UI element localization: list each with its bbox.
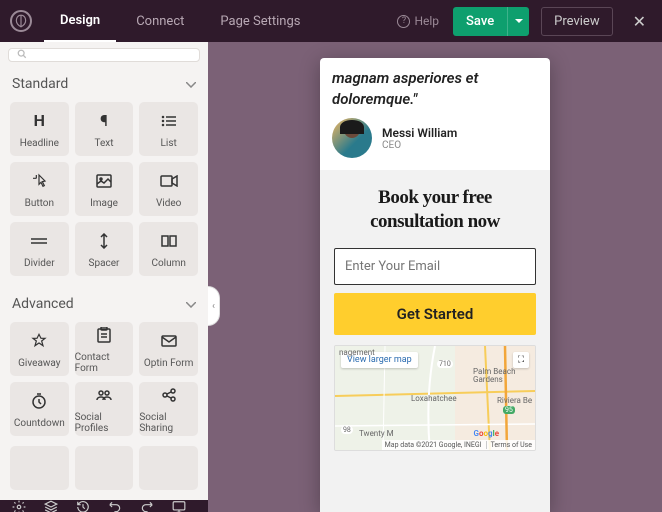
author-name: Messi William bbox=[382, 126, 457, 140]
social-sharing-icon bbox=[158, 384, 180, 406]
undo-icon[interactable] bbox=[108, 500, 122, 512]
countdown-icon bbox=[28, 390, 50, 412]
email-field[interactable] bbox=[334, 248, 536, 285]
avatar bbox=[332, 118, 372, 158]
block-video[interactable]: Video bbox=[139, 162, 198, 216]
block-placeholder[interactable] bbox=[139, 446, 198, 490]
section-title: Standard bbox=[12, 76, 68, 92]
help-label: Help bbox=[414, 14, 439, 28]
cta-heading: Book your free consultation now bbox=[334, 186, 536, 234]
block-contact-form[interactable]: Contact Form bbox=[75, 322, 134, 376]
divider-icon bbox=[28, 230, 50, 252]
advanced-blocks-continued bbox=[0, 446, 208, 500]
desktop-icon[interactable] bbox=[172, 500, 186, 512]
list-icon bbox=[158, 110, 180, 132]
block-social-profiles[interactable]: Social Profiles bbox=[75, 382, 134, 436]
bottom-toolbar bbox=[0, 500, 208, 512]
testimonial-author: Messi William CEO bbox=[332, 118, 538, 158]
advanced-blocks: Giveaway Contact Form Optin Form Countdo… bbox=[0, 322, 208, 446]
block-list[interactable]: List bbox=[139, 102, 198, 156]
canvas: magnam asperiores et doloremque." Messi … bbox=[208, 42, 662, 512]
tab-page-settings[interactable]: Page Settings bbox=[204, 0, 316, 42]
map-attribution: Map data ©2021 Google, INEGI Terms of Us… bbox=[382, 440, 535, 450]
block-placeholder[interactable] bbox=[10, 446, 69, 490]
mobile-preview[interactable]: magnam asperiores et doloremque." Messi … bbox=[320, 58, 550, 512]
text-icon: ¶ bbox=[93, 110, 115, 132]
video-icon bbox=[158, 170, 180, 192]
close-icon[interactable]: ✕ bbox=[627, 8, 652, 35]
spacer-icon bbox=[93, 230, 115, 252]
standard-blocks: HHeadline ¶Text List Button Image Video … bbox=[0, 102, 208, 286]
redo-icon[interactable] bbox=[140, 500, 154, 512]
button-icon bbox=[28, 170, 50, 192]
block-spacer[interactable]: Spacer bbox=[75, 222, 134, 276]
image-icon bbox=[93, 170, 115, 192]
get-started-button[interactable]: Get Started bbox=[334, 293, 536, 335]
topbar: Design Connect Page Settings ? Help Save… bbox=[0, 0, 662, 42]
layers-icon[interactable] bbox=[44, 500, 58, 512]
tab-connect[interactable]: Connect bbox=[120, 0, 200, 42]
block-image[interactable]: Image bbox=[75, 162, 134, 216]
help-link[interactable]: ? Help bbox=[397, 14, 439, 28]
social-profiles-icon bbox=[93, 384, 115, 406]
settings-icon[interactable] bbox=[12, 500, 26, 512]
expand-icon[interactable]: ⛶ bbox=[513, 352, 529, 368]
save-dropdown[interactable] bbox=[507, 7, 529, 36]
help-icon: ? bbox=[397, 15, 410, 28]
save-button[interactable]: Save bbox=[453, 7, 507, 36]
testimonial-quote: magnam asperiores et doloremque." bbox=[332, 68, 538, 110]
column-icon bbox=[158, 230, 180, 252]
giveaway-icon bbox=[28, 330, 50, 352]
optin-form-icon bbox=[158, 330, 180, 352]
block-text[interactable]: ¶Text bbox=[75, 102, 134, 156]
block-optin-form[interactable]: Optin Form bbox=[139, 322, 198, 376]
section-advanced[interactable]: Advanced bbox=[0, 286, 208, 322]
block-giveaway[interactable]: Giveaway bbox=[10, 322, 69, 376]
block-headline[interactable]: HHeadline bbox=[10, 102, 69, 156]
collapse-sidebar[interactable]: ‹ bbox=[208, 286, 220, 326]
history-icon[interactable] bbox=[76, 500, 90, 512]
chevron-down-icon bbox=[186, 296, 196, 312]
tab-design[interactable]: Design bbox=[44, 0, 116, 42]
section-standard[interactable]: Standard bbox=[0, 66, 208, 102]
section-title: Advanced bbox=[12, 296, 74, 312]
cta-section: Book your free consultation now Get Star… bbox=[320, 170, 550, 512]
author-role: CEO bbox=[382, 140, 457, 151]
block-countdown[interactable]: Countdown bbox=[10, 382, 69, 436]
google-logo: Google bbox=[474, 429, 499, 438]
headline-icon: H bbox=[28, 110, 50, 132]
preview-button[interactable]: Preview bbox=[541, 7, 612, 36]
chevron-down-icon bbox=[186, 76, 196, 92]
sidebar: Standard HHeadline ¶Text List Button Ima… bbox=[0, 42, 208, 512]
search-icon bbox=[17, 48, 27, 62]
block-column[interactable]: Column bbox=[139, 222, 198, 276]
block-button[interactable]: Button bbox=[10, 162, 69, 216]
app-logo bbox=[10, 10, 32, 32]
block-divider[interactable]: Divider bbox=[10, 222, 69, 276]
map-embed[interactable]: View larger map ⛶ nagement Loxahatchee P… bbox=[334, 345, 536, 451]
block-placeholder[interactable] bbox=[75, 446, 134, 490]
block-social-sharing[interactable]: Social Sharing bbox=[139, 382, 198, 436]
save-group: Save bbox=[453, 7, 529, 36]
contact-form-icon bbox=[93, 324, 115, 346]
search-input[interactable] bbox=[8, 48, 200, 62]
